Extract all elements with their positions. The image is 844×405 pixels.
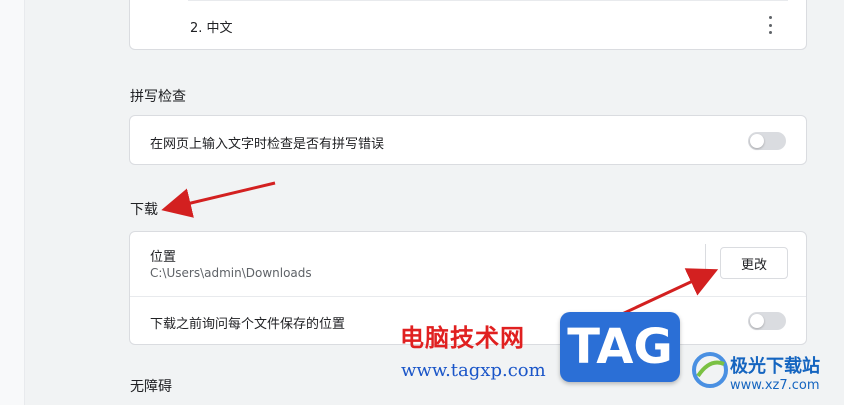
aurora-logo-icon bbox=[692, 352, 728, 388]
left-sidebar-edge bbox=[0, 0, 25, 405]
section-title-downloads: 下载 bbox=[130, 202, 158, 218]
toggle-knob bbox=[750, 134, 764, 148]
section-title-accessibility: 无障碍 bbox=[130, 379, 172, 395]
vertical-separator bbox=[705, 244, 706, 284]
change-location-button[interactable]: 更改 bbox=[720, 247, 788, 279]
more-vert-icon[interactable] bbox=[764, 16, 776, 34]
language-item-chinese: 2. 中文 bbox=[190, 21, 233, 36]
watermark-brand-url: www.xz7.com bbox=[730, 378, 820, 393]
section-title-spellcheck: 拼写检查 bbox=[130, 89, 186, 105]
spellcheck-card: 在网页上输入文字时检查是否有拼写错误 bbox=[129, 115, 807, 165]
watermark-site-url: www.tagxp.com bbox=[401, 360, 546, 381]
ask-where-to-save-toggle[interactable] bbox=[748, 312, 786, 330]
watermark-tag-logo: TAG bbox=[560, 312, 680, 382]
ask-where-to-save-label: 下载之前询问每个文件保存的位置 bbox=[150, 317, 346, 332]
arrow-to-downloads-title bbox=[161, 181, 276, 218]
spellcheck-label: 在网页上输入文字时检查是否有拼写错误 bbox=[150, 137, 385, 152]
watermark-site-name: 电脑技术网 bbox=[400, 324, 525, 352]
divider bbox=[188, 0, 788, 1]
divider bbox=[130, 296, 806, 297]
toggle-knob bbox=[750, 314, 764, 328]
spellcheck-toggle[interactable] bbox=[748, 132, 786, 150]
download-location-label: 位置 bbox=[150, 250, 177, 265]
download-location-path: C:\Users\admin\Downloads bbox=[150, 266, 312, 280]
watermark-brand-name: 极光下载站 bbox=[730, 356, 820, 377]
languages-card: 2. 中文 bbox=[129, 0, 807, 50]
